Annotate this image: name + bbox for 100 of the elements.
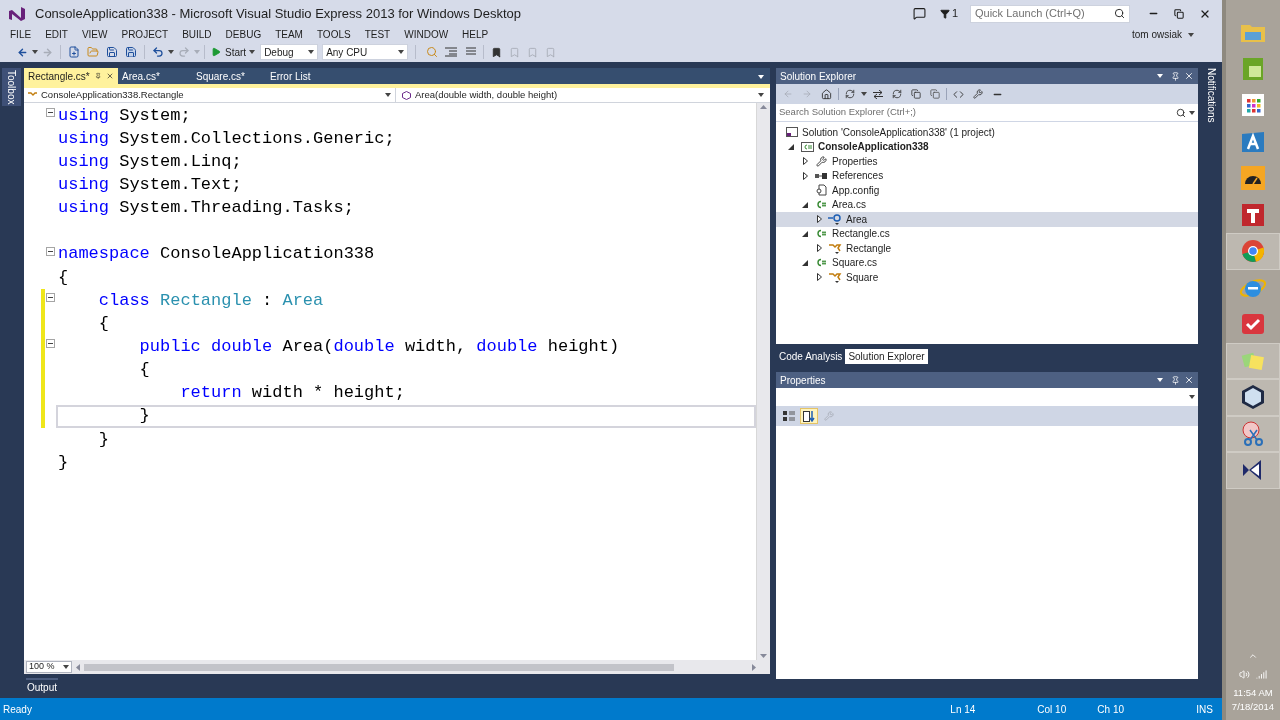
network-icon[interactable] xyxy=(1256,668,1267,680)
user-menu[interactable]: tom owsiak xyxy=(1132,27,1194,42)
collapse-icon[interactable] xyxy=(46,108,55,117)
notification-button[interactable]: 1 xyxy=(939,5,958,22)
menu-item[interactable]: BUILD xyxy=(175,27,219,42)
caret-icon xyxy=(861,92,867,96)
editor-tab[interactable]: Rectangle.cs* xyxy=(24,68,118,84)
code-line: using System; xyxy=(58,105,191,126)
solution-search-field[interactable]: Search Solution Explorer (Ctrl+;) xyxy=(779,105,1176,120)
alphabetical-button[interactable] xyxy=(800,408,818,424)
caret-icon xyxy=(168,50,174,54)
panel-tab[interactable]: Solution Explorer xyxy=(845,349,928,364)
type-dropdown[interactable]: ConsoleApplication338.Rectangle xyxy=(24,88,396,102)
scroll-down-icon[interactable] xyxy=(760,654,767,658)
tree-item-label: Area.cs xyxy=(832,198,866,213)
panel-title: Solution Explorer xyxy=(780,69,857,84)
caret-icon xyxy=(758,93,764,97)
close-tab-icon[interactable] xyxy=(106,71,114,81)
categorized-icon xyxy=(783,410,795,422)
class-icon xyxy=(828,271,842,283)
tree-item-label: ConsoleApplication338 xyxy=(818,140,929,155)
expanded-arrow-icon[interactable] xyxy=(802,230,808,237)
interface-icon xyxy=(828,213,842,225)
tree-item[interactable]: References xyxy=(776,168,1198,183)
expanded-arrow-icon[interactable] xyxy=(802,259,808,266)
code-line: using System.Linq; xyxy=(58,151,242,172)
start-button[interactable]: Start xyxy=(209,44,249,60)
panel-tab[interactable]: Code Analysis xyxy=(776,349,846,364)
platform-dropdown[interactable]: Any CPU xyxy=(322,44,409,60)
scroll-up-icon[interactable] xyxy=(760,105,767,109)
collapsed-arrow-icon[interactable] xyxy=(816,273,822,282)
menu-item[interactable]: WINDOW xyxy=(397,27,456,42)
taskbar-app[interactable] xyxy=(1226,452,1280,489)
collapsed-arrow-icon[interactable] xyxy=(816,244,822,253)
expanded-arrow-icon[interactable] xyxy=(788,143,794,150)
flag-icon xyxy=(939,8,950,19)
menu-item[interactable]: PROJECT xyxy=(114,27,176,42)
tree-item[interactable]: Properties xyxy=(776,154,1198,169)
play-icon xyxy=(211,47,221,57)
csharp-file-icon xyxy=(815,258,827,268)
expanded-arrow-icon[interactable] xyxy=(802,201,808,208)
solution-item[interactable]: Solution 'ConsoleApplication338' (1 project) xyxy=(776,125,1198,140)
configuration-dropdown[interactable]: Debug xyxy=(260,44,319,60)
categorized-button[interactable] xyxy=(780,408,798,424)
stacked-pages-icon xyxy=(911,89,921,99)
vertical-scrollbar[interactable] xyxy=(756,103,770,660)
collapsed-arrow-icon[interactable] xyxy=(802,157,808,166)
editor-tab[interactable]: Square.cs* xyxy=(192,68,266,84)
app-logo-icon xyxy=(8,4,26,23)
collapse-icon[interactable] xyxy=(46,339,55,349)
close-icon[interactable] xyxy=(1184,71,1194,81)
collapse-icon[interactable] xyxy=(46,293,55,303)
editor-tab[interactable]: Error List xyxy=(266,68,340,84)
pin-icon[interactable] xyxy=(1171,375,1180,385)
tree-item[interactable]: Area.cs xyxy=(776,197,1198,212)
caret-icon xyxy=(398,50,405,54)
tree-item[interactable]: App.config xyxy=(776,183,1198,198)
line-indicator: Ln 14 xyxy=(950,702,977,717)
menu-item[interactable]: HELP xyxy=(455,27,496,42)
toolbox-side-tab[interactable]: Toolbox xyxy=(1,68,21,107)
tree-item-label: References xyxy=(832,169,884,184)
mode-indicator: INS xyxy=(1196,702,1213,717)
taskbar-app[interactable] xyxy=(1226,379,1280,416)
pin-icon[interactable] xyxy=(1171,71,1180,81)
collapse-icon[interactable] xyxy=(46,246,55,256)
menu-item[interactable]: FILE xyxy=(3,27,39,42)
menu-item[interactable]: TOOLS xyxy=(309,27,358,42)
zoom-dropdown[interactable]: 100 % xyxy=(26,661,72,673)
tree-item[interactable]: Square.cs xyxy=(776,255,1198,270)
circular-arrows-icon xyxy=(845,89,855,99)
close-icon[interactable] xyxy=(1184,375,1194,385)
menu-item[interactable]: VIEW xyxy=(74,27,115,42)
menu-item[interactable]: TEST xyxy=(357,27,398,42)
pin-icon[interactable] xyxy=(94,72,102,80)
output-tab[interactable]: Output xyxy=(26,677,59,695)
code-line: namespace ConsoleApplication338 xyxy=(58,244,375,265)
collapsed-arrow-icon[interactable] xyxy=(816,215,822,224)
tree-item-label: App.config xyxy=(832,183,880,198)
scroll-right-icon xyxy=(752,663,756,671)
search-icon xyxy=(1114,8,1125,19)
notifications-side-tab[interactable]: Notifications xyxy=(1203,68,1219,123)
window-title: ConsoleApplication338 - Microsoft Visual Studio Express 2013 for Windows Desktop xyxy=(35,4,522,23)
feedback-icon[interactable] xyxy=(912,7,926,20)
menu-item[interactable]: EDIT xyxy=(38,27,75,42)
menu-item[interactable]: DEBUG xyxy=(218,27,269,42)
tree-item[interactable]: Rectangle xyxy=(776,241,1198,256)
menu-item[interactable]: TEAM xyxy=(268,27,310,42)
new-file-icon xyxy=(68,46,80,58)
quick-launch-field[interactable]: Quick Launch (Ctrl+Q) xyxy=(970,4,1130,23)
member-dropdown[interactable]: Area(double width, double height) xyxy=(396,88,770,102)
wrench-icon xyxy=(973,89,983,99)
editor-tab[interactable]: Area.cs* xyxy=(118,68,192,84)
gauge-icon xyxy=(1239,164,1267,193)
tree-item[interactable]: ConsoleApplication338 xyxy=(776,139,1198,154)
tree-item[interactable]: Square xyxy=(776,270,1198,285)
tree-item[interactable]: Area xyxy=(776,212,1198,227)
horizontal-scrollbar[interactable] xyxy=(76,661,756,673)
tree-item[interactable]: Rectangle.cs xyxy=(776,226,1198,241)
scroll-left-icon xyxy=(76,663,80,671)
collapsed-arrow-icon[interactable] xyxy=(802,171,808,180)
